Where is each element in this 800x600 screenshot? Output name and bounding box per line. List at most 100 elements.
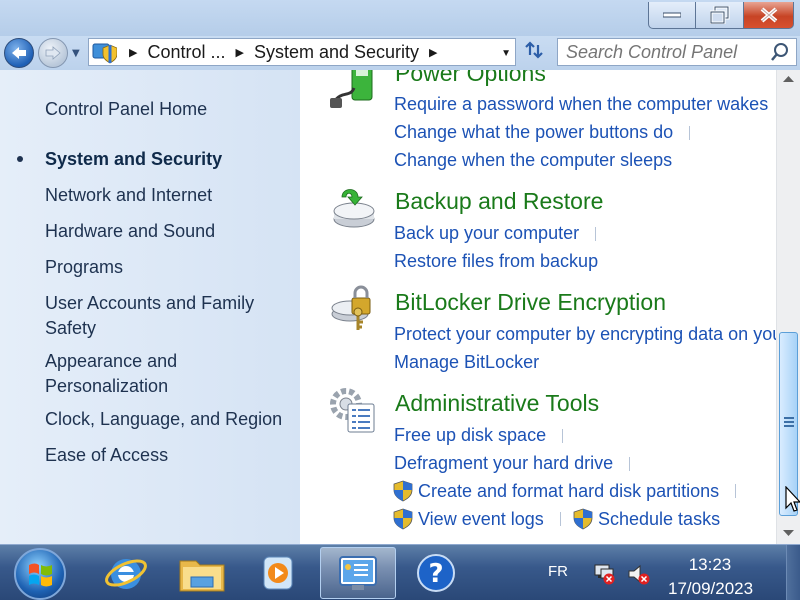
address-bar[interactable]: ▶ Control ... ▶ System and Security ▶ ▼ (88, 38, 516, 66)
show-desktop-button[interactable] (786, 545, 800, 600)
breadcrumb-arrow[interactable]: ▶ (236, 46, 244, 59)
window-titlebar (0, 0, 800, 36)
task-back-up[interactable]: Back up your computer (394, 221, 597, 245)
taskbar-windows-explorer[interactable] (164, 547, 240, 599)
restore-button[interactable] (696, 2, 744, 29)
taskbar-control-panel[interactable] (320, 547, 396, 599)
separator (562, 429, 564, 444)
internet-explorer-icon (105, 559, 147, 589)
back-button[interactable] (4, 38, 34, 68)
window-controls (648, 2, 794, 29)
close-icon (760, 7, 777, 23)
scroll-down-arrow-icon[interactable] (780, 526, 797, 540)
nav-network-and-internet[interactable]: Network and Internet (45, 183, 295, 208)
uac-shield-icon (393, 480, 413, 502)
nav-ease-of-access[interactable]: Ease of Access (45, 443, 295, 468)
recent-pages-dropdown[interactable]: ▼ (72, 48, 80, 59)
administrative-tools-icon (330, 388, 375, 433)
power-options-icon (330, 70, 373, 108)
task-power-buttons-label[interactable]: Change what the power buttons do (394, 122, 673, 142)
task-view-event-logs-label[interactable]: View event logs (418, 507, 544, 531)
vertical-scrollbar[interactable] (776, 70, 800, 544)
backup-restore-icon (333, 189, 375, 228)
restore-icon (709, 6, 729, 24)
task-manage-bitlocker[interactable]: Manage BitLocker (394, 350, 539, 374)
refresh-icon (525, 41, 543, 59)
separator (595, 227, 597, 242)
separator (689, 126, 691, 141)
close-button[interactable] (744, 2, 794, 29)
speaker-muted-icon[interactable] (626, 562, 652, 586)
search-input[interactable] (558, 39, 758, 65)
left-navigation-pane: Control Panel Home System and Security N… (0, 70, 300, 544)
taskbar-help-and-support[interactable]: ? (398, 547, 474, 599)
category-title-backup-restore[interactable]: Backup and Restore (395, 188, 603, 215)
clock-time: 13:23 (688, 555, 732, 574)
search-icon[interactable] (770, 42, 790, 62)
network-disconnected-icon[interactable] (592, 562, 618, 586)
grip-line (784, 421, 794, 423)
task-power-buttons[interactable]: Change what the power buttons do (394, 120, 691, 144)
category-title-administrative-tools[interactable]: Administrative Tools (395, 390, 599, 417)
search-box[interactable] (557, 38, 797, 66)
separator (735, 484, 737, 498)
breadcrumb-system-security[interactable]: System and Security (254, 42, 419, 63)
active-bullet (17, 156, 23, 162)
uac-shield-icon (393, 508, 413, 530)
nav-system-and-security[interactable]: System and Security (45, 147, 295, 172)
folder-icon (179, 560, 225, 592)
task-free-disk-space[interactable]: Free up disk space (394, 423, 564, 447)
breadcrumb-arrow[interactable]: ▶ (129, 46, 137, 59)
task-schedule-tasks[interactable]: Schedule tasks (572, 507, 720, 531)
navigation-bar: ▼ ▶ Control ... ▶ System and Security ▶ … (0, 36, 800, 70)
svg-text:?: ? (428, 559, 443, 589)
address-history-dropdown[interactable]: ▼ (501, 48, 511, 59)
arrow-left-icon (12, 47, 26, 59)
breadcrumb-control-panel[interactable]: Control ... (147, 42, 225, 63)
task-defragment[interactable]: Defragment your hard drive (394, 451, 631, 475)
arrow-right-icon (45, 46, 61, 60)
minimize-button[interactable] (648, 2, 696, 29)
taskbar-internet-explorer[interactable] (88, 547, 164, 599)
refresh-button[interactable] (520, 40, 548, 66)
category-title-power-options[interactable]: Power Options (395, 70, 546, 87)
task-restore-files[interactable]: Restore files from backup (394, 249, 598, 273)
windows-logo-icon (29, 563, 52, 587)
scroll-up-arrow-icon[interactable] (780, 72, 797, 86)
separator (629, 457, 631, 472)
nav-appearance[interactable]: Appearance and Personalization (45, 349, 195, 399)
breadcrumb-arrow[interactable]: ▶ (429, 46, 437, 59)
taskbar: ? FR 13:23 17/09/2023 (0, 544, 800, 600)
task-create-partitions-label[interactable]: Create and format hard disk partitions (418, 479, 719, 503)
nav-control-panel-home[interactable]: Control Panel Home (45, 97, 295, 122)
nav-user-accounts[interactable]: User Accounts and Family Safety (45, 291, 260, 341)
category-title-bitlocker[interactable]: BitLocker Drive Encryption (395, 289, 666, 316)
task-create-partitions[interactable]: Create and format hard disk partitions (392, 479, 737, 503)
media-player-icon (263, 556, 293, 590)
nav-clock-language-region[interactable]: Clock, Language, and Region (45, 407, 295, 432)
task-require-password[interactable]: Require a password when the computer wak… (394, 92, 768, 116)
grip-line (784, 425, 794, 427)
forward-button[interactable] (38, 38, 68, 68)
nav-programs[interactable]: Programs (45, 255, 295, 280)
task-view-event-logs[interactable]: View event logs (392, 507, 561, 531)
control-panel-icon (91, 40, 119, 64)
task-computer-sleeps[interactable]: Change when the computer sleeps (394, 148, 672, 172)
control-panel-icon (339, 556, 377, 590)
start-button[interactable] (14, 548, 66, 600)
task-free-disk-space-label[interactable]: Free up disk space (394, 425, 546, 445)
system-clock[interactable]: 13:23 17/09/2023 (668, 553, 754, 600)
separator (559, 512, 561, 526)
task-protect-encrypt[interactable]: Protect your computer by encrypting data… (394, 322, 776, 346)
uac-shield-icon (573, 508, 593, 530)
task-schedule-tasks-label[interactable]: Schedule tasks (598, 507, 720, 531)
taskbar-media-player[interactable] (240, 547, 316, 599)
help-icon: ? (417, 554, 455, 592)
task-back-up-label[interactable]: Back up your computer (394, 223, 579, 243)
main-content-pane: Power Options Require a password when th… (300, 70, 776, 544)
minimize-icon (663, 12, 681, 18)
nav-hardware-and-sound[interactable]: Hardware and Sound (45, 219, 295, 244)
task-defragment-label[interactable]: Defragment your hard drive (394, 453, 613, 473)
language-indicator[interactable]: FR (548, 563, 568, 580)
clock-date: 17/09/2023 (668, 579, 754, 598)
